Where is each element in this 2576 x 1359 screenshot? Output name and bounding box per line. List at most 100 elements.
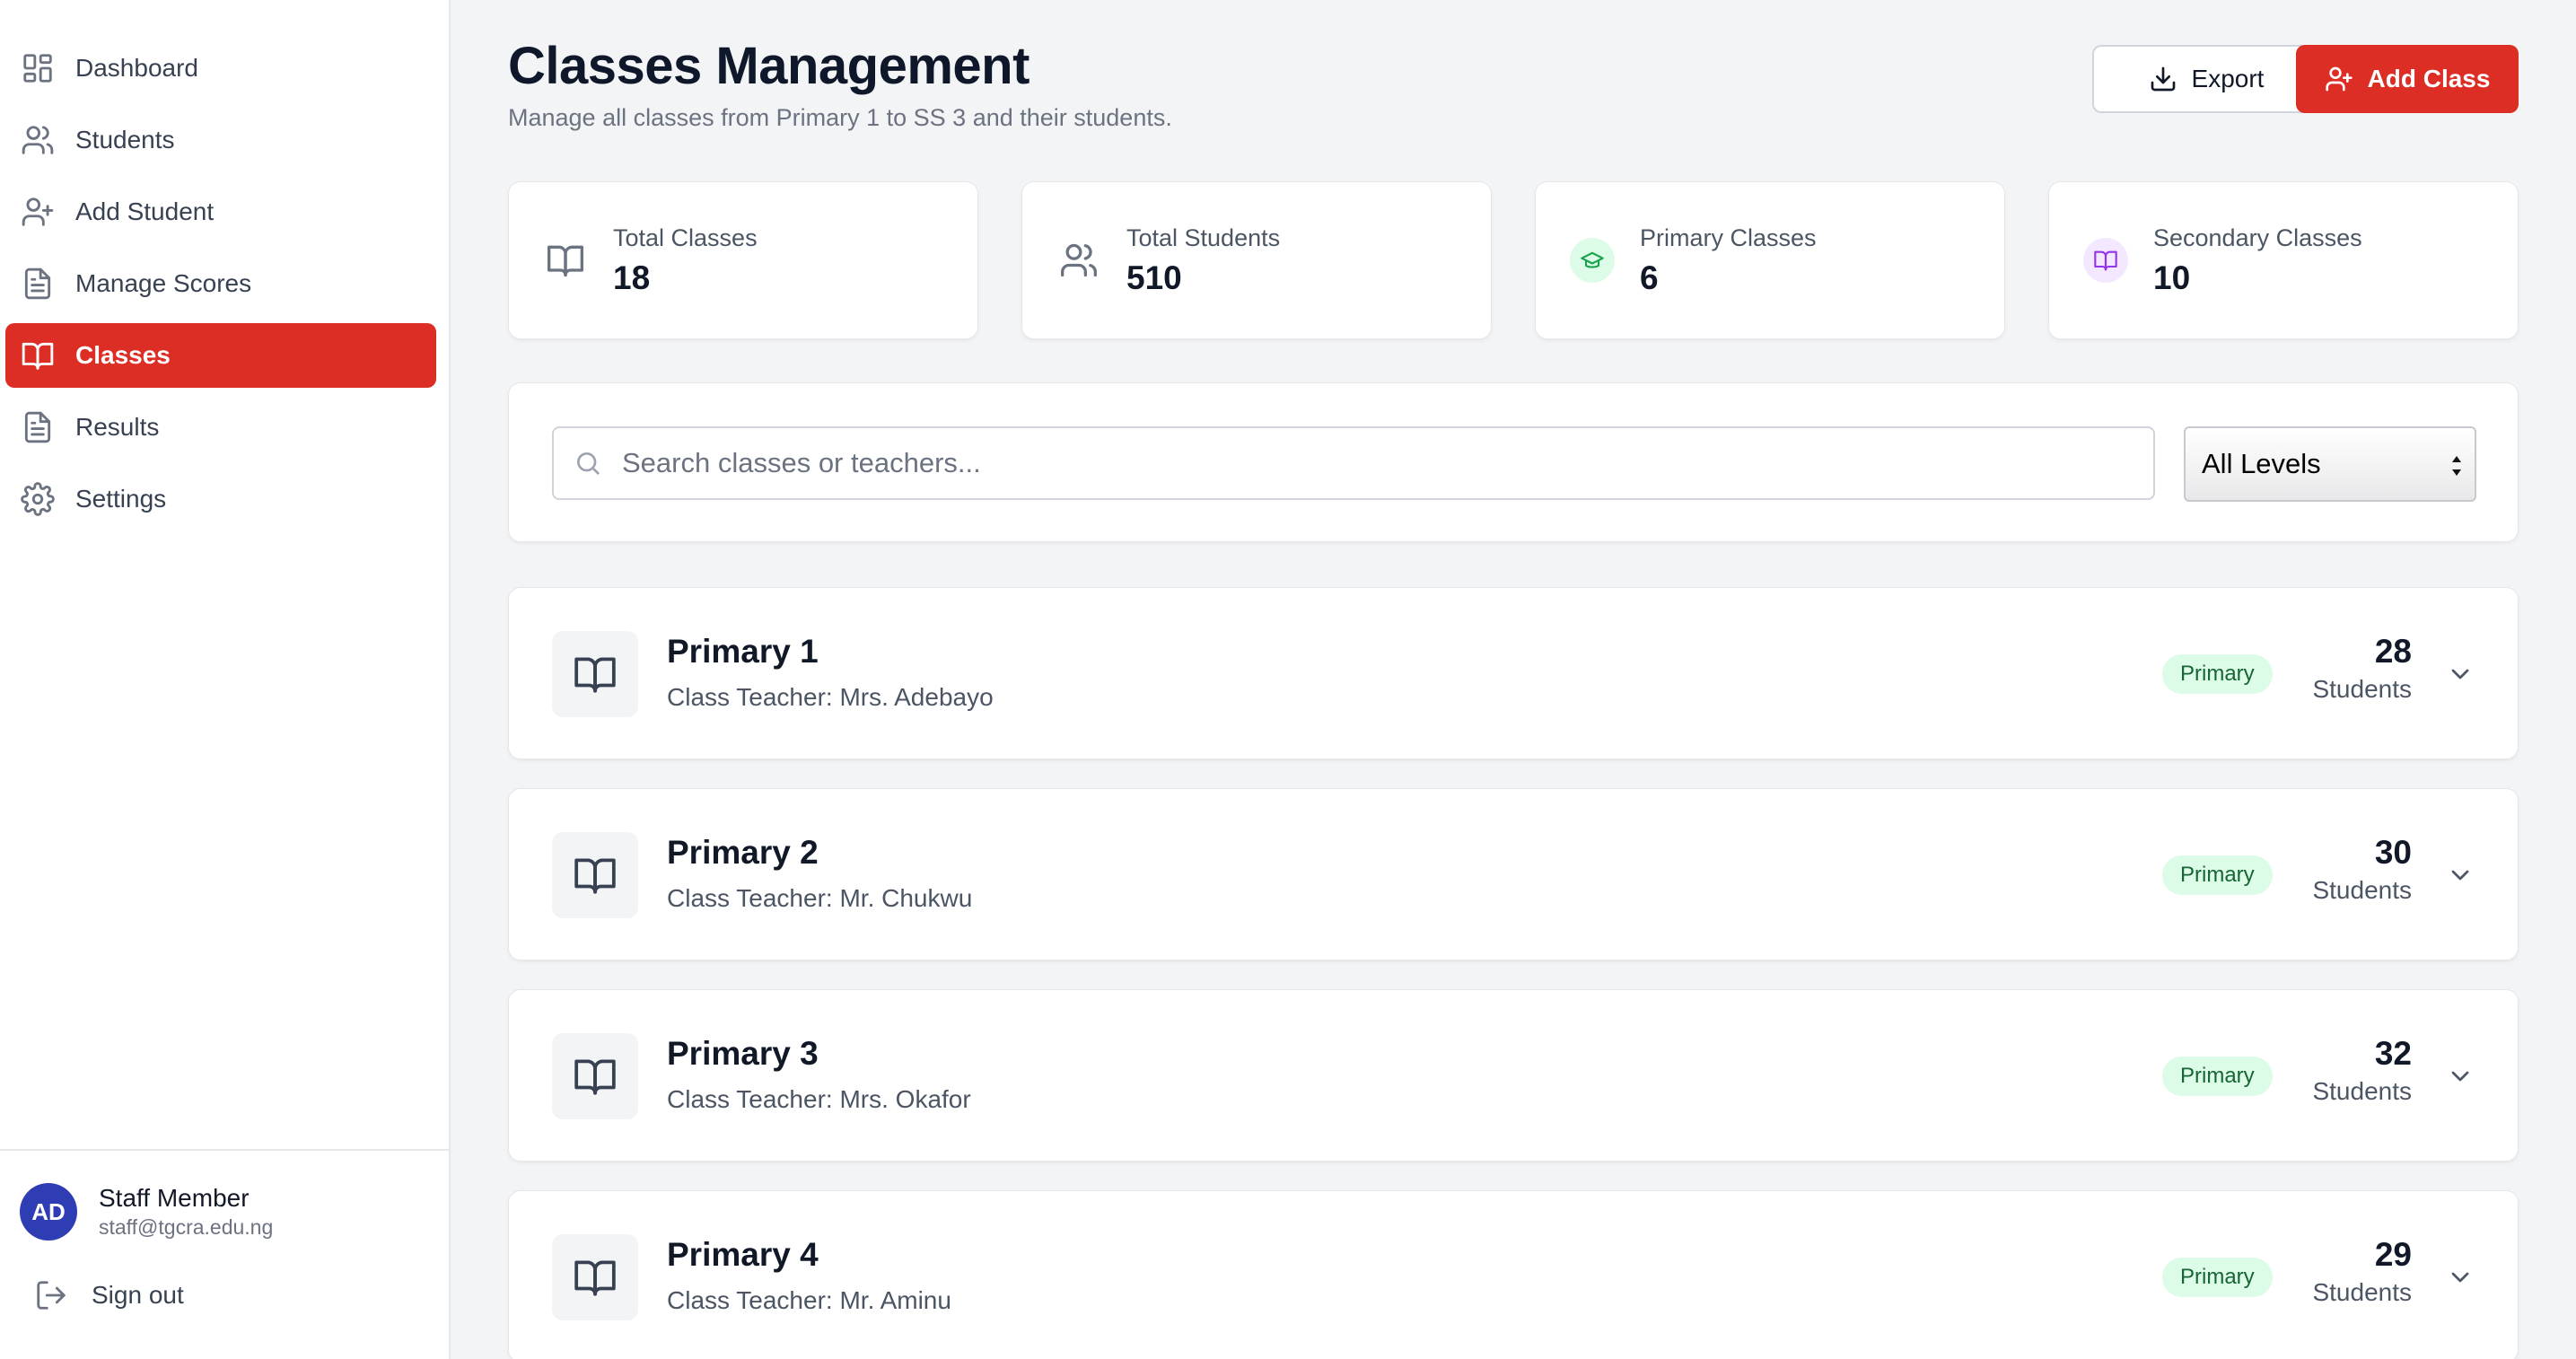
user-plus-icon — [20, 194, 56, 230]
graduation-cap-icon — [1570, 238, 1615, 283]
avatar: AD — [20, 1183, 77, 1241]
stat-label: Total Classes — [613, 224, 758, 251]
add-class-button[interactable]: Add Class — [2296, 45, 2519, 113]
sidebar-item-label: Settings — [75, 485, 167, 513]
student-count-label: Students — [2312, 675, 2412, 703]
class-teacher: Class Teacher: Mrs. Adebayo — [667, 683, 994, 711]
sidebar: Dashboard Students Add Student Manage Sc… — [0, 0, 451, 1359]
student-count-value: 30 — [2374, 834, 2412, 871]
class-name: Primary 4 — [667, 1236, 819, 1273]
book-open-icon — [2083, 238, 2128, 283]
student-count-value: 28 — [2374, 633, 2412, 670]
sidebar-item-students[interactable]: Students — [5, 108, 436, 172]
level-badge: Primary — [2162, 855, 2273, 895]
sign-out-button[interactable]: Sign out — [34, 1278, 184, 1312]
chevron-down-icon[interactable] — [2446, 1062, 2475, 1091]
download-icon — [2151, 66, 2175, 92]
add-class-label: Add Class — [2367, 65, 2491, 92]
sidebar-item-label: Results — [75, 413, 160, 441]
stat-value: 510 — [1126, 259, 1182, 296]
level-select-value: All Levels — [2202, 448, 2321, 479]
class-name: Primary 3 — [667, 1035, 819, 1072]
level-badge: Primary — [2162, 1258, 2273, 1297]
sidebar-item-label: Dashboard — [75, 54, 198, 82]
filter-panel: All Levels — [508, 382, 2519, 542]
stat-value: 18 — [613, 259, 651, 296]
class-teacher: Class Teacher: Mr. Chukwu — [667, 884, 973, 912]
sidebar-item-classes[interactable]: Classes — [5, 323, 436, 388]
book-open-icon — [552, 1033, 638, 1119]
student-count: 29 Students — [2312, 1234, 2412, 1310]
class-teacher: Class Teacher: Mrs. Okafor — [667, 1085, 971, 1113]
sidebar-item-label: Add Student — [75, 197, 215, 225]
student-count-value: 29 — [2374, 1236, 2412, 1273]
sidebar-footer: AD Staff Member staff@tgcra.edu.ng Sign … — [0, 1149, 449, 1359]
sign-out-icon — [37, 1281, 66, 1310]
level-badge: Primary — [2162, 1057, 2273, 1096]
stat-value: 6 — [1640, 259, 1659, 296]
level-badge: Primary — [2162, 654, 2273, 694]
document-icon — [20, 266, 56, 302]
sidebar-nav: Dashboard Students Add Student Manage Sc… — [5, 36, 436, 539]
class-list: Primary 1 Class Teacher: Mrs. Adebayo Pr… — [508, 587, 2519, 1359]
sign-out-label: Sign out — [92, 1281, 184, 1309]
student-count-label: Students — [2312, 1077, 2412, 1105]
book-open-icon — [20, 338, 56, 373]
student-count: 32 Students — [2312, 1033, 2412, 1109]
student-count: 28 Students — [2312, 631, 2412, 706]
sidebar-item-label: Students — [75, 126, 175, 153]
chevron-down-icon[interactable] — [2446, 861, 2475, 890]
class-row-primary-3[interactable]: Primary 3 Class Teacher: Mrs. Okafor Pri… — [508, 989, 2519, 1162]
select-arrows-icon — [2449, 450, 2464, 489]
search-icon — [577, 452, 600, 475]
sidebar-item-manage-scores[interactable]: Manage Scores — [5, 251, 436, 316]
stat-label: Primary Classes — [1640, 224, 1817, 251]
class-row-primary-2[interactable]: Primary 2 Class Teacher: Mr. Chukwu Prim… — [508, 788, 2519, 960]
stat-card-total-classes: Total Classes 18 — [508, 181, 978, 339]
book-open-icon — [552, 631, 638, 717]
chevron-down-icon[interactable] — [2446, 660, 2475, 688]
stat-card-secondary-classes: Secondary Classes 10 — [2048, 181, 2519, 339]
stat-card-total-students: Total Students 510 — [1021, 181, 1492, 339]
page-subtitle: Manage all classes from Primary 1 to SS … — [508, 104, 1172, 131]
export-button[interactable]: Export — [2092, 45, 2320, 113]
book-open-icon — [552, 832, 638, 918]
user-name: Staff Member — [99, 1184, 250, 1212]
student-count-label: Students — [2312, 1278, 2412, 1306]
page-title: Classes Management — [508, 37, 1030, 95]
user-email: staff@tgcra.edu.ng — [99, 1215, 274, 1239]
class-name: Primary 1 — [667, 633, 819, 670]
stat-value: 10 — [2153, 259, 2191, 296]
stat-label: Total Students — [1126, 224, 1281, 251]
student-count: 30 Students — [2312, 832, 2412, 907]
class-name: Primary 2 — [667, 834, 819, 871]
level-select[interactable]: All Levels — [2184, 426, 2476, 502]
book-open-icon — [543, 238, 588, 283]
user-profile: AD Staff Member staff@tgcra.edu.ng — [20, 1183, 273, 1241]
class-teacher: Class Teacher: Mr. Aminu — [667, 1286, 951, 1314]
user-plus-icon — [2325, 66, 2353, 92]
sidebar-item-label: Classes — [75, 341, 171, 369]
stats-row: Total Classes 18 Total Students 510 Prim… — [508, 181, 2519, 339]
search-box[interactable] — [552, 426, 2155, 500]
class-row-primary-4[interactable]: Primary 4 Class Teacher: Mr. Aminu Prima… — [508, 1190, 2519, 1359]
sidebar-item-label: Manage Scores — [75, 269, 252, 297]
book-open-icon — [552, 1234, 638, 1320]
sidebar-item-dashboard[interactable]: Dashboard — [5, 36, 436, 101]
student-count-label: Students — [2312, 876, 2412, 904]
sidebar-item-settings[interactable]: Settings — [5, 467, 436, 531]
users-icon — [20, 122, 56, 158]
sidebar-item-add-student[interactable]: Add Student — [5, 180, 436, 244]
dashboard-icon — [20, 50, 56, 86]
export-label: Export — [2191, 65, 2265, 92]
chevron-down-icon[interactable] — [2446, 1263, 2475, 1292]
stat-label: Secondary Classes — [2153, 224, 2362, 251]
stat-card-primary-classes: Primary Classes 6 — [1535, 181, 2005, 339]
sidebar-item-results[interactable]: Results — [5, 395, 436, 460]
student-count-value: 32 — [2374, 1035, 2412, 1072]
users-icon — [1056, 238, 1101, 283]
search-input[interactable] — [622, 447, 2130, 479]
gear-icon — [20, 481, 56, 517]
document-icon — [20, 409, 56, 445]
class-row-primary-1[interactable]: Primary 1 Class Teacher: Mrs. Adebayo Pr… — [508, 587, 2519, 759]
